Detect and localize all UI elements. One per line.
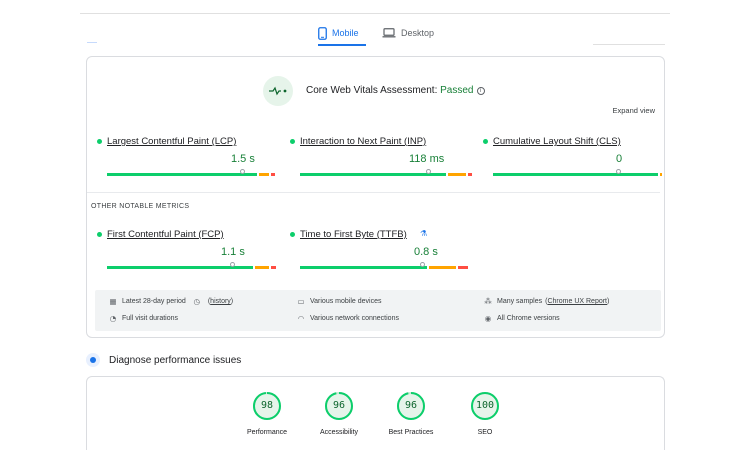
diagnose-title: Diagnose performance issues <box>109 354 242 366</box>
distribution-bar <box>107 266 276 269</box>
distribution-bar <box>300 266 468 269</box>
calendar-icon: ▦ <box>109 297 117 306</box>
metric-fcp: First Contentful Paint (FCP) 1.1 s <box>97 229 276 274</box>
score-value: 96 <box>404 400 418 411</box>
good-status-dot <box>290 232 295 237</box>
score-label: Accessibility <box>319 429 359 436</box>
other-metrics-heading: OTHER NOTABLE METRICS <box>91 203 190 210</box>
wifi-icon: ◠ <box>297 314 305 323</box>
durations-text: Full visit durations <box>122 315 179 322</box>
good-status-dot <box>97 139 102 144</box>
percentile-marker <box>426 169 431 174</box>
distribution-bar <box>300 173 472 176</box>
score-label: SEO <box>477 429 493 436</box>
device-tabs: Mobile Desktop <box>0 20 750 46</box>
metric-inp: Interaction to Next Paint (INP) 118 ms <box>290 136 472 181</box>
good-status-dot <box>483 139 488 144</box>
chrome-ux-report-link[interactable]: Chrome UX Report <box>547 298 607 305</box>
connections-info: ◠ Various network connections <box>296 314 399 323</box>
percentile-marker <box>420 262 425 267</box>
metric-ttfb-label[interactable]: Time to First Byte (TTFB) <box>300 229 407 240</box>
metric-ttfb: Time to First Byte (TTFB) ⚗ 0.8 s <box>290 229 468 274</box>
history-icon: ◷ <box>193 297 201 306</box>
score-seo[interactable]: 100 SEO <box>455 391 515 450</box>
versions-text: All Chrome versions <box>497 315 560 322</box>
versions-info: ◉ All Chrome versions <box>483 314 560 323</box>
metric-lcp-label[interactable]: Largest Contentful Paint (LCP) <box>107 136 236 147</box>
samples-info: ⁂ Many samples (Chrome UX Report) <box>484 297 610 306</box>
lighthouse-icon <box>86 353 100 367</box>
metric-ttfb-text: Time to First Byte (TTFB) <box>300 229 407 240</box>
metric-inp-label[interactable]: Interaction to Next Paint (INP) <box>300 136 426 147</box>
distribution-bar <box>493 173 662 176</box>
chrome-icon: ◉ <box>484 314 492 323</box>
samples-icon: ⁂ <box>484 297 492 306</box>
devices-text: Various mobile devices <box>310 298 382 305</box>
percentile-marker <box>616 169 621 174</box>
score-label: Performance <box>246 429 288 436</box>
tab-mobile[interactable]: Mobile <box>318 20 359 46</box>
devices-info: ▭ Various mobile devices <box>296 297 381 306</box>
good-status-dot <box>290 139 295 144</box>
data-info-footer: ▦ Latest 28-day period ◷ (history) ◔ Ful… <box>95 290 661 331</box>
percentile-marker <box>240 169 245 174</box>
score-label: Best Practices <box>388 429 434 436</box>
cwv-assessment-title: Core Web Vitals Assessment: Passed i <box>306 85 485 96</box>
diagnose-section-header: Diagnose performance issues <box>86 353 241 367</box>
info-icon[interactable]: i <box>476 87 485 95</box>
score-value: 96 <box>332 400 346 411</box>
percentile-marker <box>230 262 235 267</box>
metric-fcp-value: 1.1 s <box>221 246 245 258</box>
expand-view-button[interactable]: Expand view <box>612 106 655 115</box>
laptop-icon <box>382 28 396 38</box>
right-divider <box>593 44 665 45</box>
metric-cls-label[interactable]: Cumulative Layout Shift (CLS) <box>493 136 621 147</box>
phone-icon <box>318 26 327 40</box>
distribution-bar <box>107 173 275 176</box>
score-best-practices[interactable]: 96 Best Practices <box>381 391 441 450</box>
metric-lcp-value: 1.5 s <box>231 153 255 165</box>
tab-desktop[interactable]: Desktop <box>382 20 434 46</box>
durations-info: ◔ Full visit durations <box>108 314 178 323</box>
timer-icon: ◔ <box>109 314 117 323</box>
cwv-status: Passed <box>440 85 474 96</box>
score-value: 98 <box>260 400 274 411</box>
pulse-icon <box>263 76 293 106</box>
period-text: Latest 28-day period <box>122 298 186 305</box>
left-accent-line <box>87 42 97 43</box>
period-info: ▦ Latest 28-day period ◷ (history) <box>109 297 234 306</box>
active-tab-indicator <box>318 44 366 46</box>
good-status-dot <box>97 232 102 237</box>
cwv-title-prefix: Core Web Vitals Assessment: <box>306 85 441 96</box>
lab-scores-card: 98 Performance 96 Accessibility 96 Best … <box>86 376 665 450</box>
experimental-flask-icon[interactable]: ⚗ <box>420 229 427 238</box>
section-divider <box>87 192 660 193</box>
tab-mobile-label: Mobile <box>332 28 359 38</box>
top-divider <box>80 13 670 14</box>
tab-desktop-label: Desktop <box>401 28 435 38</box>
metric-inp-value: 118 ms <box>409 153 445 165</box>
score-accessibility[interactable]: 96 Accessibility <box>309 391 369 450</box>
metric-fcp-label[interactable]: First Contentful Paint (FCP) <box>107 229 224 240</box>
devices-icon: ▭ <box>297 297 305 306</box>
metric-ttfb-value: 0.8 s <box>414 246 438 258</box>
field-data-card: Core Web Vitals Assessment: Passed i Expa… <box>86 56 665 338</box>
metric-cls: Cumulative Layout Shift (CLS) 0 <box>483 136 662 181</box>
connections-text: Various network connections <box>310 315 399 322</box>
history-link[interactable]: history <box>210 298 231 305</box>
metric-lcp: Largest Contentful Paint (LCP) 1.5 s <box>97 136 275 181</box>
score-performance[interactable]: 98 Performance <box>237 391 297 450</box>
score-value: 100 <box>475 400 495 411</box>
metric-cls-value: 0 <box>616 153 623 165</box>
samples-text: Many samples <box>497 298 543 305</box>
